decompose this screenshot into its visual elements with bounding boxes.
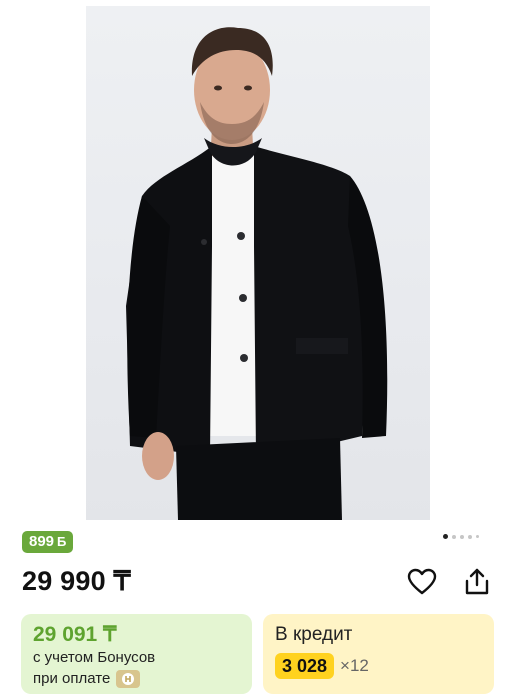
pagination-dot[interactable] (476, 535, 479, 538)
gallery-pagination[interactable] (443, 534, 479, 539)
bonus-points-badge: 899 Б (22, 531, 74, 553)
credit-months: ×12 (340, 656, 369, 675)
bonus-payment-caption: при оплате (33, 670, 111, 687)
pagination-dot[interactable] (468, 534, 472, 539)
product-photo-illustration (126, 27, 388, 520)
bonus-price-card[interactable]: 29 091 ₸ с учетом Бонусов при оплате (21, 614, 252, 694)
share-button[interactable] (460, 565, 494, 599)
bonus-points-amount: 899 (29, 533, 55, 550)
credit-title: В кредит (275, 624, 353, 645)
bonus-price: 29 091 ₸ (33, 623, 117, 646)
bonus-price-caption: с учетом Бонусов (33, 649, 156, 666)
favorite-button[interactable] (405, 565, 439, 599)
pagination-dot[interactable] (452, 534, 456, 539)
pagination-dot[interactable] (460, 534, 464, 539)
bonus-card-icon (116, 669, 141, 688)
bonus-currency: Б (57, 534, 67, 549)
credit-monthly-amount: 3 028 (275, 653, 335, 679)
share-icon (465, 568, 489, 595)
pagination-dot-active[interactable] (443, 534, 448, 539)
credit-card[interactable]: В кредит 3 028 ×12 (263, 614, 494, 694)
product-image[interactable] (86, 6, 430, 520)
product-gallery[interactable] (0, 0, 516, 522)
heart-icon (407, 568, 437, 595)
product-price: 29 990 ₸ (22, 566, 131, 596)
bonus-price-caption-row: при оплате (33, 668, 240, 689)
credit-payment-row: 3 028 ×12 (275, 653, 482, 679)
